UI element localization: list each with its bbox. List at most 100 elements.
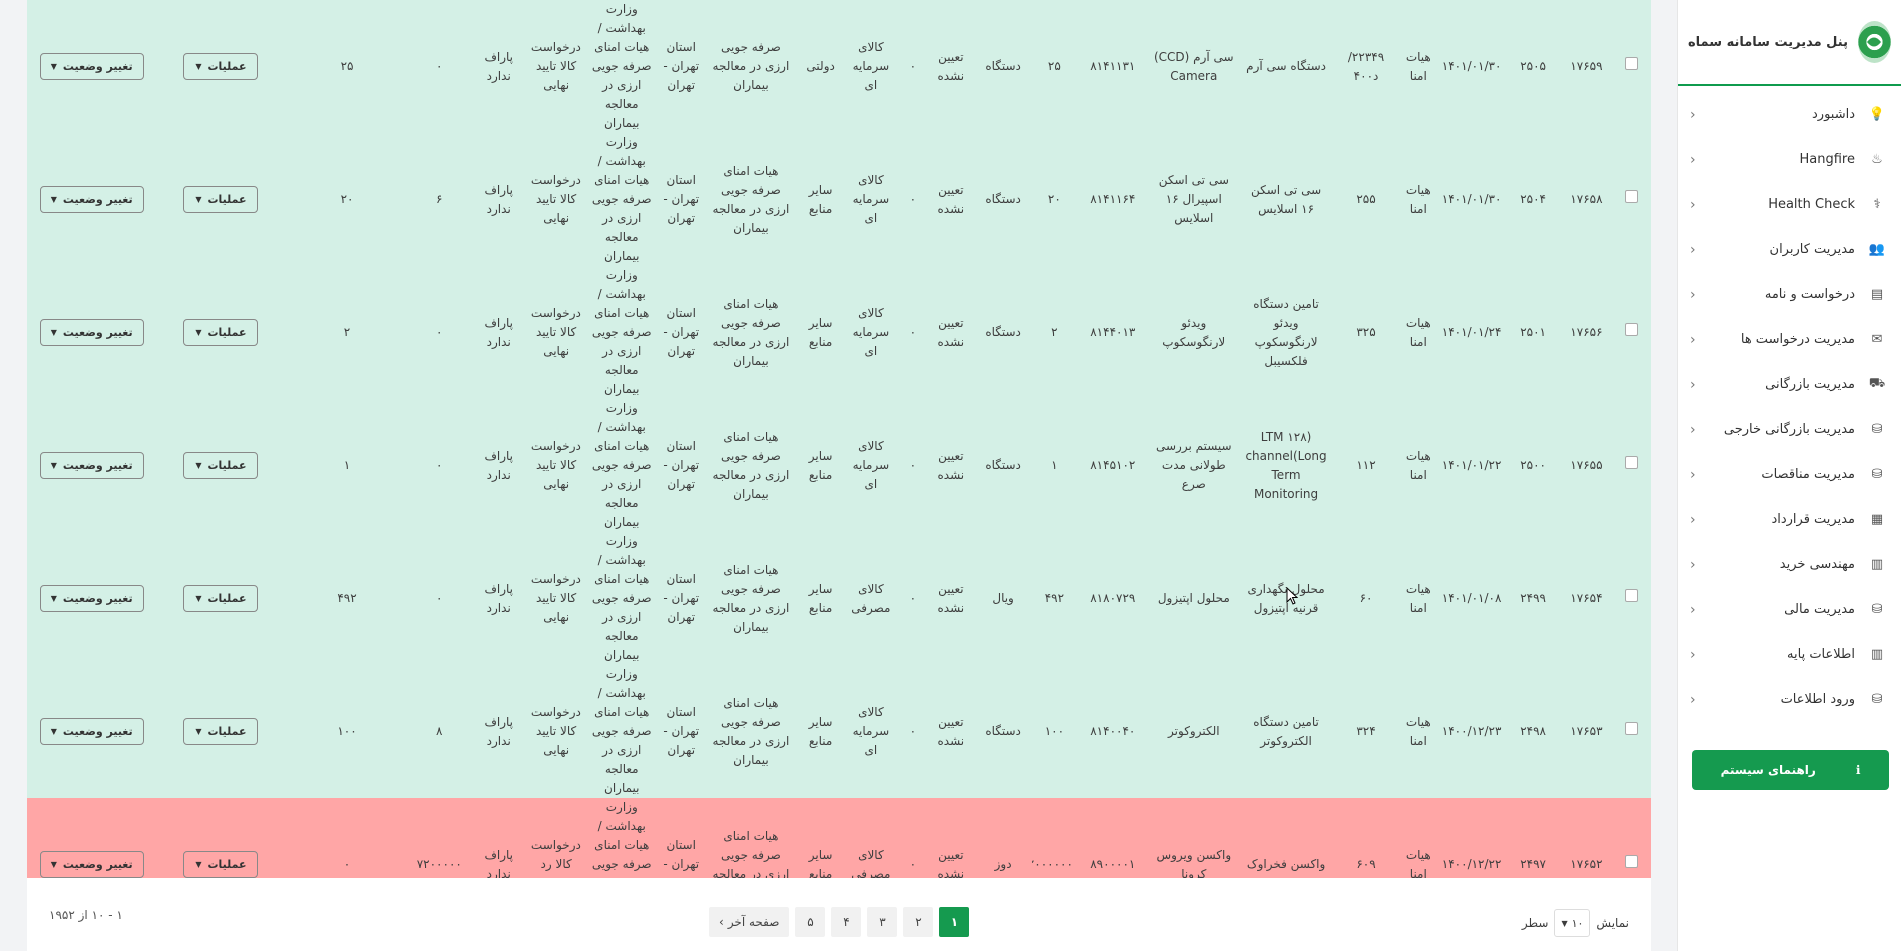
cell-source-text: دولتی: [806, 59, 835, 73]
operations-button[interactable]: عملیات ▼: [183, 452, 259, 479]
row-checkbox[interactable]: [1625, 589, 1639, 602]
sidebar-item-13[interactable]: ⛁ ورود اطلاعات ‹: [1678, 677, 1901, 722]
cell-approved-text: ۸: [436, 724, 443, 738]
cell-code: ۳۲۴: [1333, 665, 1399, 798]
change-status-button[interactable]: تغییر وضعیت ▼: [39, 718, 144, 745]
help-button[interactable]: ℹ راهنمای سیستم: [1692, 750, 1889, 790]
cell-paraf-text: پاراف ندارد: [484, 182, 514, 216]
cell-fund-text: هیات امنای صرفه جویی ارزی در معالجه بیما…: [712, 296, 790, 368]
operations-button[interactable]: عملیات ▼: [183, 319, 259, 346]
cell-qty-text: ۲۰۰۰۰۰۰: [1031, 857, 1073, 871]
change-status-button[interactable]: تغییر وضعیت ▼: [39, 319, 144, 346]
cell-no-text: ۲۵۰۱: [1520, 325, 1546, 339]
cell-approved: ۶: [408, 133, 471, 266]
cell-board: هیات امنا: [1398, 665, 1438, 798]
cell-item: سیستم بررسی طولانی مدت صرع: [1148, 399, 1239, 532]
cell-status: درخواست کالا تایید نهایی: [527, 266, 585, 399]
rows-per-page-select[interactable]: ۱۰ ▼: [1554, 909, 1591, 937]
cell-board-text: هیات امنا: [1405, 714, 1431, 748]
cell-status: درخواست کالا تایید نهایی: [527, 399, 585, 532]
cell-date-text: ۱۴۰۱/۰۱/۰۸: [1441, 591, 1502, 605]
change-status-button[interactable]: تغییر وضعیت ▼: [39, 53, 144, 80]
chevron-left-icon: ‹: [719, 915, 724, 929]
cell-source-text: سایر منابع: [808, 581, 833, 615]
cell-supplier: تعیین نشده: [927, 399, 975, 532]
operations-button[interactable]: عملیات ▼: [183, 186, 259, 213]
sidebar-item-9[interactable]: ▦ مدیریت قرارداد ‹: [1678, 497, 1901, 542]
cell-id-text: ۱۷۶۵۹: [1570, 59, 1603, 73]
cell-amount: ۰: [898, 0, 928, 133]
row-checkbox[interactable]: [1625, 855, 1639, 868]
cell-item: سی تی اسکن اسپیرال ۱۶ اسلایس: [1148, 133, 1239, 266]
chevron-left-icon: ‹: [1690, 151, 1696, 168]
fire-icon: ♨: [1871, 152, 1883, 167]
sidebar-item-8[interactable]: ⛁ مدیریت مناقصات ‹: [1678, 452, 1901, 497]
page-5-button[interactable]: ۵: [795, 907, 826, 937]
page-3-button[interactable]: ۳: [867, 907, 898, 937]
cell-amount-text: ۰: [909, 59, 917, 73]
cell-board: هیات امنا: [1398, 0, 1438, 133]
cell-paraf: پاراف ندارد: [470, 266, 528, 399]
cell-id: ۱۷۶۵۹: [1560, 0, 1613, 133]
sidebar-item-11[interactable]: ⛁ مدیریت مالی ‹: [1678, 587, 1901, 632]
cell-paraf: پاراف ندارد: [470, 133, 528, 266]
chevron-left-icon: ‹: [1690, 241, 1696, 258]
change-status-button[interactable]: تغییر وضعیت ▼: [39, 851, 144, 878]
cell-date-text: ۱۴۰۱/۰۱/۲۲: [1441, 458, 1502, 472]
operations-button[interactable]: عملیات ▼: [183, 53, 259, 80]
cell-unit: دستگاه: [974, 133, 1032, 266]
operations-label: عملیات: [207, 459, 247, 472]
cell-board2-text: وزارت بهداشت / هیات امنای صرفه جویی ارزی…: [591, 135, 652, 263]
row-checkbox[interactable]: [1625, 190, 1639, 203]
cell-catalog-text: ۸۱۴۰۰۴۰: [1090, 724, 1136, 738]
page-1-button[interactable]: ۱: [939, 907, 970, 937]
cell-type-text: کالای سرمایه ای: [852, 705, 890, 757]
sidebar-item-3[interactable]: 👥 مدیریت کاربران ‹: [1678, 227, 1901, 272]
cell-paraf-text: پاراف ندارد: [484, 448, 514, 482]
row-checkbox[interactable]: [1625, 57, 1639, 70]
table-row: ۱۷۶۵۶ ۲۵۰۱ ۱۴۰۱/۰۱/۲۴ هیات امنا ۳۲۵ تامین دست…: [27, 266, 1651, 399]
sidebar-item-10[interactable]: ▥ مهندسی خرید ‹: [1678, 542, 1901, 587]
sidebar-item-7[interactable]: ⛁ مدیریت بازرگانی خارجی ‹: [1678, 407, 1901, 452]
chevron-left-icon: ‹: [1690, 196, 1696, 213]
sidebar-item-12[interactable]: ▥ اطلاعات پایه ‹: [1678, 632, 1901, 677]
change-status-button[interactable]: تغییر وضعیت ▼: [39, 452, 144, 479]
sidebar-item-label: مدیریت درخواست ها: [1740, 332, 1855, 347]
cell-status-text: درخواست کالا تایید نهایی: [530, 439, 581, 491]
cell-supplier-text: تعیین نشده: [937, 182, 965, 216]
cell-qty: ۲۵: [1031, 0, 1077, 133]
last-page-button[interactable]: ‹ صفحه آخر: [709, 907, 790, 937]
row-checkbox[interactable]: [1625, 323, 1639, 336]
row-checkbox[interactable]: [1625, 722, 1639, 735]
cell-status-text: درخواست کالا تایید نهایی: [530, 40, 581, 92]
page-2-button[interactable]: ۲: [903, 907, 934, 937]
sidebar-item-6[interactable]: ⛟ مدیریت بازرگانی ‹: [1678, 362, 1901, 407]
chevron-left-icon: ‹: [1690, 331, 1696, 348]
cell-item: الکتروکوتر: [1148, 665, 1239, 798]
cell-source-text: سایر منابع: [808, 448, 833, 482]
cell-id: ۱۷۶۵۳: [1560, 665, 1613, 798]
caret-down-icon: ▼: [50, 461, 57, 470]
sidebar-item-5[interactable]: ✉ مدیریت درخواست ها ‹: [1678, 317, 1901, 362]
operations-button[interactable]: عملیات ▼: [183, 851, 259, 878]
sidebar-item-4[interactable]: ▤ درخواست و نامه ‹: [1678, 272, 1901, 317]
change-status-button[interactable]: تغییر وضعیت ▼: [39, 585, 144, 612]
operations-button[interactable]: عملیات ▼: [183, 585, 259, 612]
table-footer: نمایش ۱۰ ▼ سطر ‹ صفحه آخر ۵ ۴ ۳ ۲ ۱ ۱ - …: [27, 878, 1651, 951]
sidebar-item-1[interactable]: ♨ Hangfire ‹: [1678, 137, 1901, 182]
sidebar-item-0[interactable]: 💡 داشبورد ‹: [1678, 92, 1901, 137]
cell-board2: وزارت بهداشت / هیات امنای صرفه جویی ارزی…: [584, 665, 659, 798]
cell-id-text: ۱۷۶۵۶: [1570, 325, 1603, 339]
operations-button[interactable]: عملیات ▼: [183, 718, 259, 745]
page-4-button[interactable]: ۴: [831, 907, 862, 937]
cell-province-text: استان تهران - تهران: [663, 173, 700, 225]
cell-source: سایر منابع: [798, 399, 844, 532]
cell-qty: ۱: [1031, 399, 1077, 532]
cell-board2: وزارت بهداشت / هیات امنای صرفه جویی ارزی…: [584, 532, 659, 665]
row-checkbox[interactable]: [1625, 456, 1639, 469]
cell-board-text: هیات امنا: [1405, 315, 1431, 349]
change-status-button[interactable]: تغییر وضعیت ▼: [39, 186, 144, 213]
cell-fund: هیات امنای صرفه جویی ارزی در معالجه بیما…: [703, 665, 799, 798]
cell-date-text: ۱۴۰۱/۰۱/۳۰: [1441, 192, 1502, 206]
sidebar-item-2[interactable]: ⚕ Health Check ‹: [1678, 182, 1901, 227]
